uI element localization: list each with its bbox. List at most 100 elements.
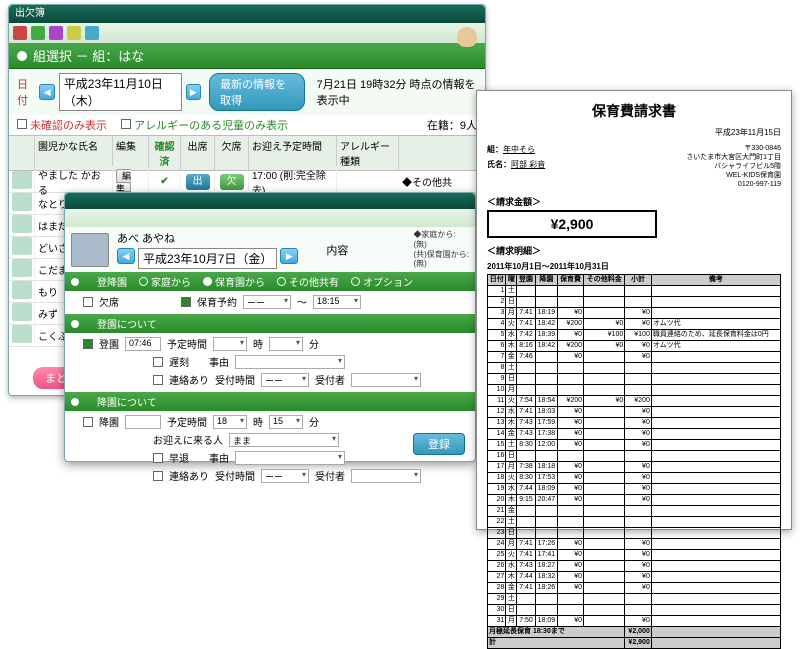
- leave-recv-by-select[interactable]: [351, 469, 421, 483]
- date-label: 日付: [17, 76, 35, 108]
- invoice-row: 26水7:4318:27¥0¥0: [488, 561, 781, 572]
- tool-icon[interactable]: [67, 26, 81, 40]
- recv-by-select[interactable]: [351, 373, 421, 387]
- table-row[interactable]: やました かおる 編集 ✔ 出 欠 17:00 (削:完全除去) ◆その他共: [9, 171, 485, 193]
- content-label: 内容: [326, 242, 348, 258]
- invoice-row: 14金7:4317:38¥0¥0: [488, 429, 781, 440]
- leave-hour-select[interactable]: 18: [213, 415, 247, 429]
- invoice-row: 10月: [488, 385, 781, 396]
- invoice-row: 8土: [488, 363, 781, 374]
- radio-other-share[interactable]: その他共有: [277, 274, 339, 289]
- refresh-button[interactable]: 最新の情報を取得: [209, 73, 305, 111]
- toolbar: [9, 23, 485, 43]
- amount-label: ＜請求金額＞: [487, 195, 781, 208]
- section-attendance-header: 登降園 家庭から 保育園から その他共有 オプション: [65, 272, 475, 291]
- status-text: 7月21日 19時32分 時点の情報を表示中: [317, 76, 477, 108]
- invoice-row: 4火7:4118:42¥200¥0¥0オムツ代: [488, 319, 781, 330]
- other-cell: ◆その他共: [399, 173, 485, 190]
- mascot-icon: [457, 27, 477, 47]
- avatar: [12, 237, 32, 255]
- reserve-checkbox[interactable]: [181, 297, 191, 307]
- detail-label: ＜請求明細＞: [487, 244, 781, 257]
- invoice-address: 〒330-0846さいたま市大宮区大門町1丁目バシャライフビル5階WEL-KID…: [686, 144, 781, 189]
- avatar: [12, 303, 32, 321]
- plan-hour-select[interactable]: [213, 337, 247, 351]
- tool-icon[interactable]: [13, 26, 27, 40]
- invoice-row: 31月7:5018:09¥0¥0: [488, 616, 781, 627]
- invoice-row: 28金7:4118:26¥0¥0: [488, 583, 781, 594]
- invoice-row: 11火7:5418:54¥200¥0¥200: [488, 396, 781, 407]
- avatar: [12, 281, 32, 299]
- section-arrival-header: 登園について: [65, 314, 475, 333]
- section-departure-header: 降園について: [65, 392, 475, 411]
- invoice-period: 2011年10月1日～2011年10月31日: [487, 261, 781, 272]
- register-button[interactable]: 登録: [413, 433, 465, 455]
- early-leave-checkbox[interactable]: [153, 453, 163, 463]
- group-bar: 組選択 － 組：はな: [9, 43, 485, 69]
- radio-option[interactable]: オプション: [351, 274, 413, 289]
- attend-button[interactable]: 出: [186, 174, 210, 190]
- radio-from-school[interactable]: 保育園から: [203, 274, 265, 289]
- plan-min-select[interactable]: [269, 337, 303, 351]
- arrive-time-input[interactable]: 07:46: [125, 337, 161, 351]
- invoice-row: 7金7:46¥0¥0: [488, 352, 781, 363]
- invoice-row: 1土: [488, 286, 781, 297]
- contact-checkbox[interactable]: [153, 375, 163, 385]
- window-title: 出欠簿: [9, 5, 485, 23]
- invoice-row: 9日: [488, 374, 781, 385]
- filter-bar: 未確認のみ表示 アレルギーのある児童のみ表示 在籍：9人: [9, 115, 485, 135]
- invoice-row: 15土8:3012:00¥0¥0: [488, 440, 781, 451]
- confirmed-cell: ✔: [149, 175, 181, 188]
- tool-icon[interactable]: [85, 26, 99, 40]
- date-next-button[interactable]: ▶: [186, 84, 201, 100]
- invoice-row: 6木8:1618:42¥200¥0¥0オムツ代: [488, 341, 781, 352]
- date-input[interactable]: 平成23年11月10日（木）: [59, 73, 182, 111]
- child-date[interactable]: 平成23年10月7日（金）: [138, 248, 277, 269]
- invoice-document: 保育費請求書 平成23年11月15日 組：年中そら 氏名：阿部 彩音 〒330-…: [476, 90, 792, 530]
- dialog-toolbar: [65, 209, 475, 227]
- invoice-row: 12水7:4118:03¥0¥0: [488, 407, 781, 418]
- absent-button[interactable]: 欠: [220, 174, 244, 190]
- pickup-person-select[interactable]: まま: [229, 433, 339, 447]
- invoice-row: 23日: [488, 528, 781, 539]
- leave-recv-time-select[interactable]: ーー: [261, 469, 309, 483]
- leave-checkbox[interactable]: [83, 417, 93, 427]
- invoice-row: 2日: [488, 297, 781, 308]
- tool-icon[interactable]: [31, 26, 45, 40]
- child-date-prev[interactable]: ◀: [117, 248, 135, 264]
- late-reason-select[interactable]: [235, 355, 345, 369]
- invoice-row: 29土: [488, 594, 781, 605]
- child-header: あべ あやね ◀ 平成23年10月7日（金） ▶ 内容 ◆家庭から: (無) (…: [65, 227, 475, 272]
- invoice-row: 3月7:4118:19¥0¥0: [488, 308, 781, 319]
- tool-icon[interactable]: [49, 26, 63, 40]
- invoice-name: 阿部 彩音: [511, 160, 545, 169]
- child-photo: [71, 233, 109, 267]
- early-reason-select[interactable]: [235, 451, 345, 465]
- date-prev-button[interactable]: ◀: [39, 84, 54, 100]
- invoice-row: 30日: [488, 605, 781, 616]
- invoice-title: 保育費請求書: [487, 101, 781, 121]
- absent-checkbox[interactable]: [83, 297, 93, 307]
- filter-allergy[interactable]: アレルギーのある児童のみ表示: [121, 117, 288, 133]
- leave-contact-checkbox[interactable]: [153, 471, 163, 481]
- recv-time-select[interactable]: ーー: [261, 373, 309, 387]
- invoice-row: 19水7:4418:09¥0¥0: [488, 484, 781, 495]
- filter-unconfirmed[interactable]: 未確認のみ表示: [17, 117, 107, 133]
- avatar: [12, 171, 32, 189]
- child-date-next[interactable]: ▶: [280, 248, 298, 264]
- invoice-row: 18火8:3017:53¥0¥0: [488, 473, 781, 484]
- invoice-row: 17月7:3818:18¥0¥0: [488, 462, 781, 473]
- leave-min-select[interactable]: 15: [269, 415, 303, 429]
- invoice-table: 日付曜登園降園保育費その他料金小計備考 1土2日3月7:4118:19¥0¥04…: [487, 274, 781, 649]
- reserve-start-select[interactable]: ーー: [243, 295, 291, 309]
- avatar: [12, 325, 32, 343]
- avatar: [12, 193, 32, 211]
- arrive-checkbox[interactable]: [83, 339, 93, 349]
- leave-time-input[interactable]: [125, 415, 161, 429]
- late-checkbox[interactable]: [153, 357, 163, 367]
- radio-from-home[interactable]: 家庭から: [139, 274, 191, 289]
- date-bar: 日付 ◀ 平成23年11月10日（木） ▶ 最新の情報を取得 7月21日 19時…: [9, 69, 485, 115]
- invoice-row: 25火7:4117:41¥0¥0: [488, 550, 781, 561]
- reserve-end-select[interactable]: 18:15: [313, 295, 361, 309]
- invoice-class: 年中そら: [503, 145, 535, 154]
